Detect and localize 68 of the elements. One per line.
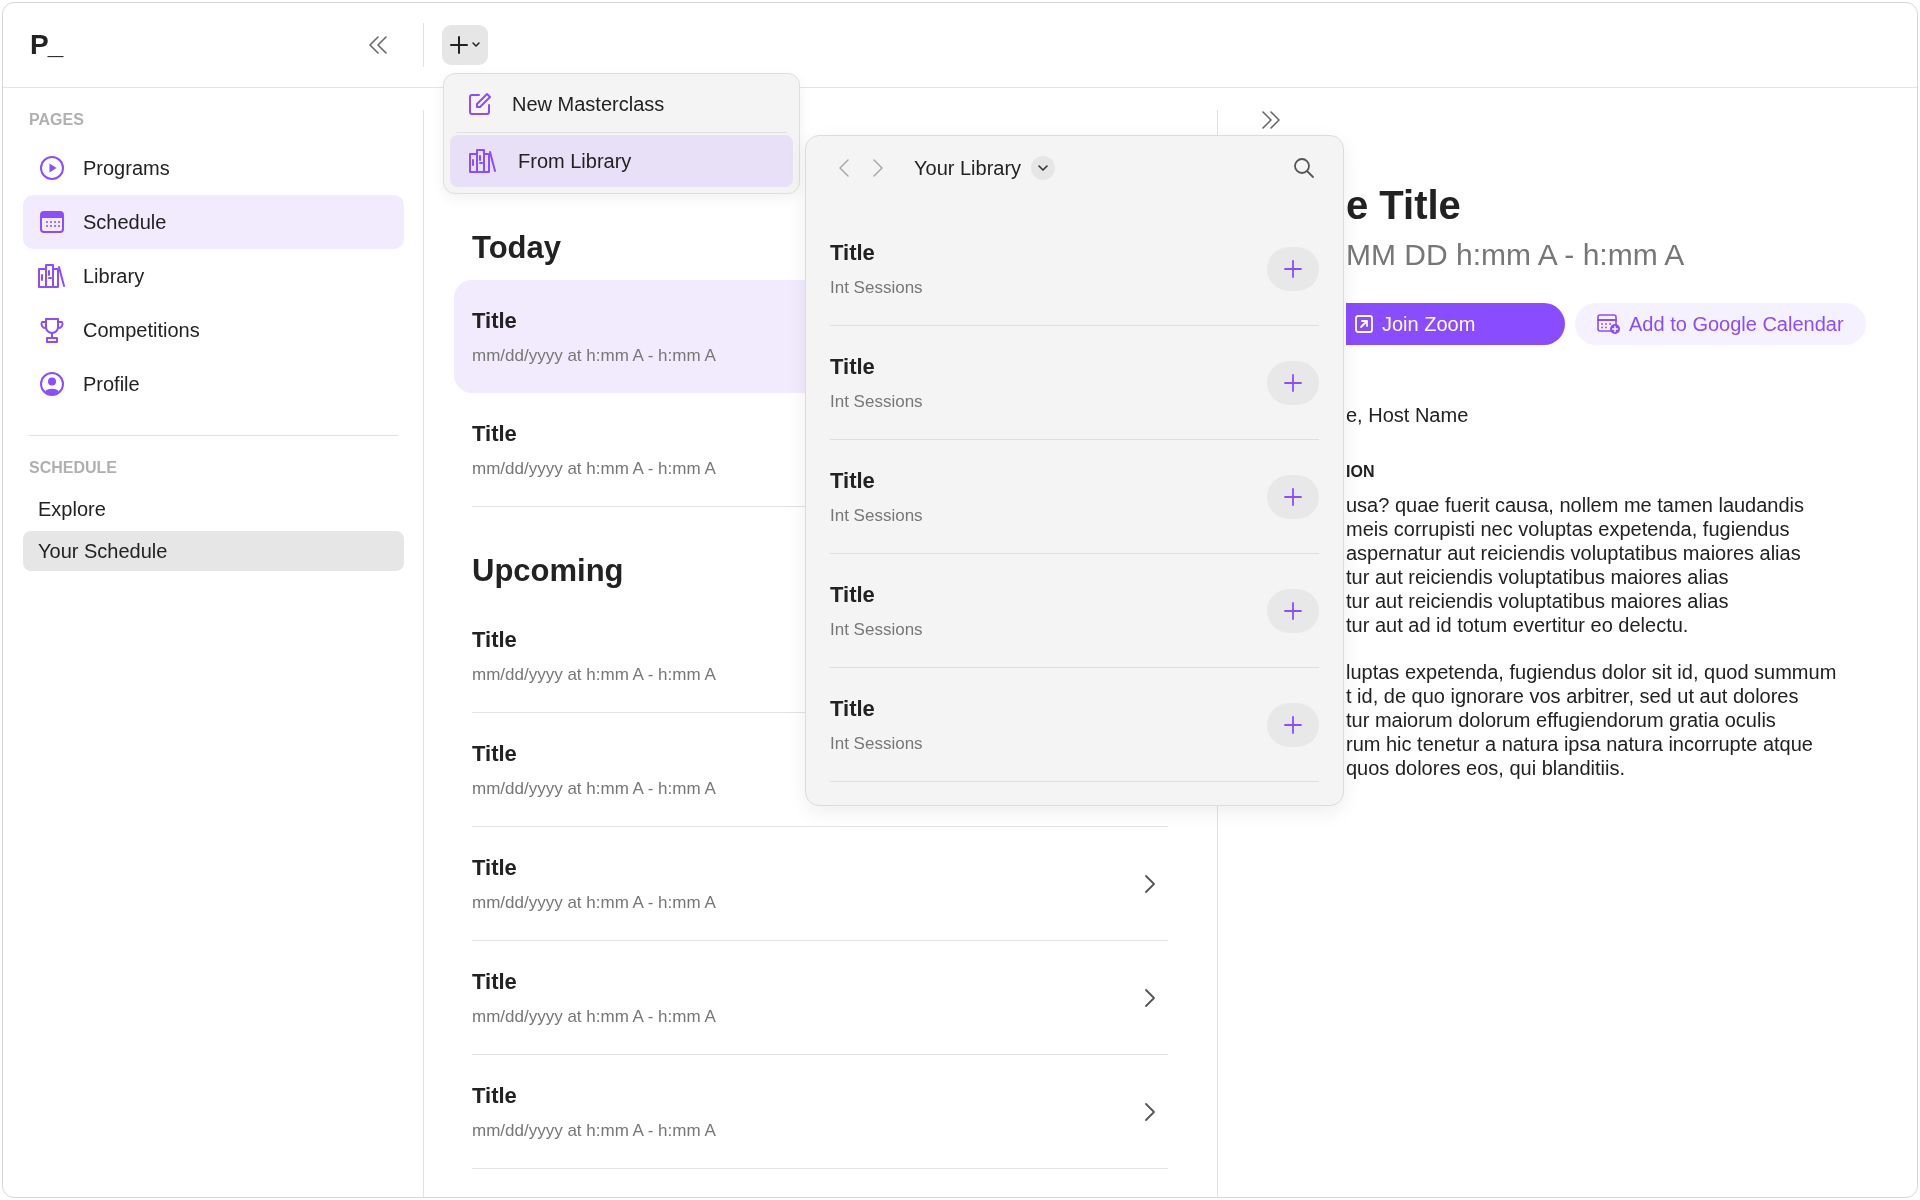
session-item[interactable]: Title mm/dd/yyyy at h:mm A - h:mm A: [454, 827, 1217, 940]
app-logo: P_: [30, 29, 63, 61]
plus-icon: [1284, 487, 1302, 506]
menu-item[interactable]: From Library: [450, 135, 793, 187]
library-title: Your Library: [914, 156, 1022, 180]
section-heading: SCHEDULE: [28, 458, 118, 478]
section-heading: Today: [472, 229, 561, 267]
event-title: e Title: [1346, 182, 1462, 229]
expand-icon[interactable]: [1260, 110, 1282, 130]
play-icon: [39, 155, 65, 181]
calendar-icon: [39, 209, 65, 235]
plus-icon: [1284, 373, 1302, 392]
forward-icon[interactable]: [872, 158, 884, 178]
add-button[interactable]: [1267, 246, 1319, 291]
profile-icon: [39, 371, 65, 397]
add-menu-button[interactable]: [442, 25, 488, 65]
trophy-icon: [39, 316, 65, 344]
chevron-down-icon: [1037, 164, 1050, 172]
item-title: Title: [830, 352, 876, 381]
section-heading: Upcoming: [472, 552, 624, 590]
item-subtitle: Int Sessions: [830, 390, 924, 413]
collapse-icon[interactable]: [367, 35, 389, 55]
item-subtitle: Int Sessions: [830, 618, 924, 641]
plus-icon: [1284, 259, 1302, 278]
edit-icon: [468, 92, 492, 116]
plus-icon: [1284, 715, 1302, 734]
item-title: Title: [830, 694, 876, 723]
nav-item[interactable]: Competitions: [23, 303, 404, 357]
search-icon[interactable]: [1293, 157, 1315, 179]
item-subtitle: Int Sessions: [830, 276, 924, 299]
host-names: e, Host Name: [1346, 403, 1470, 427]
description-text: usa? quae fuerit causa, nollem me tamen laudandis meis corrupisti nec voluptas expetenda, fugiendus aspernatur aut reiciendis voluptatibus maiores alias tur aut reiciendis voluptatibus maiores alias tur aut reiciendis voluptatibus maiores alias tur aut ad id totum evertitur eo delectu.: [1346, 493, 1806, 637]
session-item[interactable]: Title mm/dd/yyyy at h:mm A - h:mm A: [454, 1055, 1217, 1168]
nav-item[interactable]: Library: [23, 249, 404, 303]
section-heading: ION: [1346, 462, 1376, 482]
item-subtitle: Int Sessions: [830, 732, 924, 755]
dropdown-button[interactable]: [1031, 156, 1056, 180]
description-text: luptas expetenda, fugiendus dolor sit id, quod summum t id, de quo ignorare vos arbitrer, sed ut aut dolores tur maiorum dolorum effugiendorum gratia oculis rum hic tenetur a natura ipsa natura incorrupte atque quos dolores eos, qui blanditiis.: [1346, 660, 1838, 780]
back-icon[interactable]: [838, 158, 850, 178]
calendar-add-icon: [1597, 313, 1621, 335]
event-datetime: MM DD h:mm A - h:mm A: [1346, 237, 1686, 273]
nav-item[interactable]: Schedule: [23, 195, 404, 249]
item-title: Title: [830, 238, 876, 267]
nav-item[interactable]: Profile: [23, 357, 404, 411]
add-button[interactable]: [1267, 474, 1319, 519]
external-link-icon: [1354, 314, 1374, 334]
calendar-button[interactable]: Add to Google Calendar: [1575, 303, 1866, 345]
item-subtitle: Int Sessions: [830, 504, 924, 527]
books-icon: [468, 148, 498, 174]
join-button[interactable]: Join Zoom: [1346, 303, 1565, 345]
item-title: Title: [830, 466, 876, 495]
chevron-right-icon: [1144, 1101, 1156, 1122]
nav-item[interactable]: Your Schedule: [23, 531, 404, 571]
add-button[interactable]: [1267, 360, 1319, 405]
chevron-right-icon: [1144, 987, 1156, 1008]
plus-icon: [1284, 601, 1302, 620]
section-heading: PAGES: [28, 110, 85, 130]
session-item[interactable]: Title mm/dd/yyyy at h:mm A - h:mm A: [454, 941, 1217, 1054]
plus-icon: [449, 35, 469, 55]
menu-item[interactable]: New Masterclass: [450, 78, 793, 130]
books-icon: [37, 263, 67, 289]
add-button[interactable]: [1267, 702, 1319, 747]
chevron-right-icon: [1144, 873, 1156, 894]
item-title: Title: [830, 580, 876, 609]
nav-item[interactable]: Programs: [23, 141, 404, 195]
nav-item[interactable]: Explore: [23, 489, 404, 529]
add-button[interactable]: [1267, 588, 1319, 633]
caret-icon: [471, 41, 481, 49]
